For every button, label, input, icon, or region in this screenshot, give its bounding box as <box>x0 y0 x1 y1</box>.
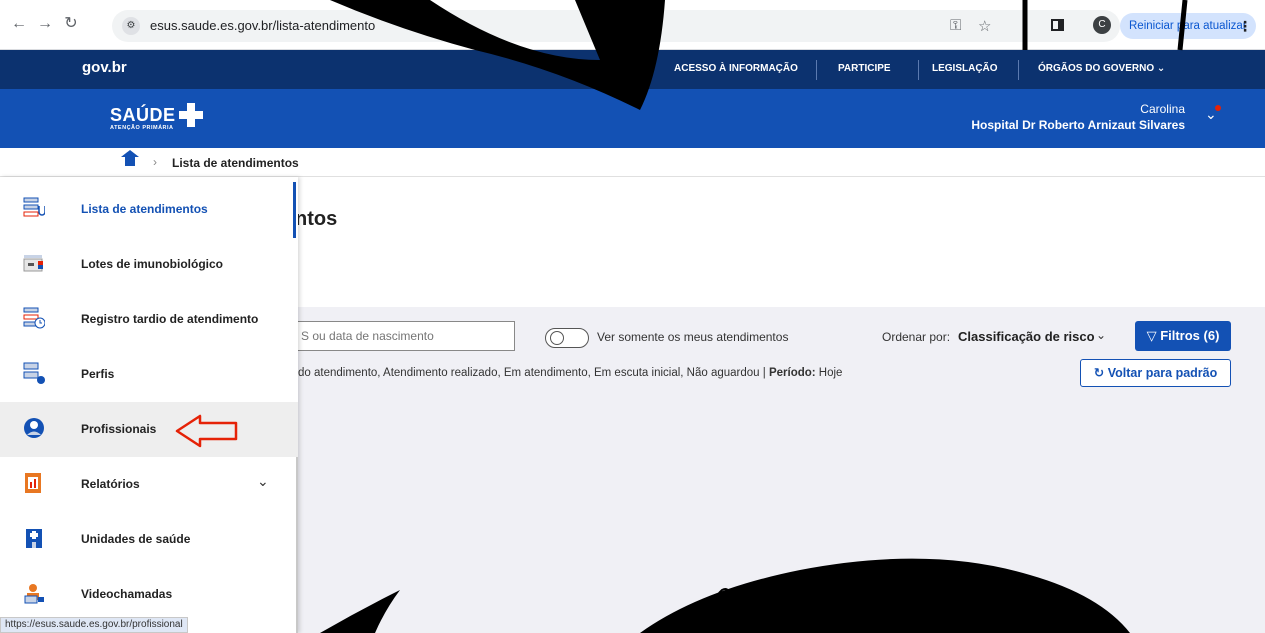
restart-update-label: Reiniciar para atualizar <box>1129 20 1247 32</box>
url-text: esus.saude.es.gov.br/lista-atendimento <box>150 18 376 33</box>
chevron-down-icon: ⌄ <box>1156 63 1166 74</box>
sidebar-item-lista-atendimentos[interactable]: Lista de atendimentos <box>0 182 298 237</box>
health-unit-icon <box>26 529 42 548</box>
filters-button[interactable]: ▽ Filtros (6) <box>1135 321 1231 351</box>
gov-separator <box>1018 60 1019 80</box>
vaccine-batch-icon <box>23 255 43 272</box>
back-icon[interactable]: ← <box>8 13 30 35</box>
reset-icon: ↻ <box>1093 366 1105 380</box>
user-unit[interactable]: Hospital Dr Roberto Arnizaut Silvares <box>971 118 1185 132</box>
only-mine-toggle[interactable] <box>545 328 589 348</box>
app-header: SAÚDE ATENÇÃO PRIMÁRIA Carolina Hospital… <box>0 89 1265 148</box>
bookmark-star-icon[interactable]: ☆ <box>978 17 991 35</box>
chevron-down-icon[interactable]: ⌄ <box>257 473 269 490</box>
profiles-icon <box>23 362 45 384</box>
gov-link-access[interactable]: ACESSO À INFORMAÇÃO <box>674 63 798 74</box>
gov-link-orgaos[interactable]: ÓRGÃOS DO GOVERNO ⌄ <box>1038 63 1165 74</box>
only-mine-label: Ver somente os meus atendimentos <box>597 330 789 344</box>
sidebar-item-relatorios[interactable]: Relatórios ⌄ <box>0 457 298 512</box>
reset-filters-button[interactable]: ↻ Voltar para padrão <box>1080 359 1231 387</box>
gov-separator <box>816 60 817 80</box>
notification-dot <box>1215 105 1221 111</box>
sidebar-item-lotes[interactable]: Lotes de imunobiológico <box>0 237 298 292</box>
search-input[interactable] <box>260 321 515 351</box>
sidebar-item-unidades[interactable]: Unidades de saúde <box>0 512 298 567</box>
site-info-icon[interactable]: ⚙ <box>122 17 140 35</box>
sidebar-item-videochamadas[interactable]: Videochamadas <box>0 567 298 622</box>
user-name[interactable]: Carolina <box>1140 102 1185 116</box>
reports-icon <box>25 473 41 493</box>
filter-summary: do atendimento, Atendimento realizado, E… <box>298 367 843 379</box>
saude-logo[interactable]: SAÚDE ATENÇÃO PRIMÁRIA <box>110 103 203 131</box>
home-icon[interactable] <box>121 150 139 168</box>
forward-icon[interactable]: → <box>34 13 56 35</box>
gov-bar: gov.br ACESSO À INFORMAÇÃO PARTICIPE LEG… <box>0 50 1265 89</box>
gov-separator <box>918 60 919 80</box>
gov-link-participe[interactable]: PARTICIPE <box>838 63 891 74</box>
reload-icon[interactable]: ↻ <box>60 13 82 35</box>
toggle-knob <box>550 331 564 345</box>
video-call-icon <box>24 584 44 604</box>
restart-update-button[interactable]: Reiniciar para atualizar ⋮ <box>1120 13 1256 39</box>
page-title: ntos <box>295 208 338 230</box>
esus-cross-icon <box>178 103 203 127</box>
profile-avatar[interactable]: C <box>1093 16 1111 34</box>
key-icon[interactable]: ⚿ <box>950 17 961 34</box>
sort-label: Ordenar por: <box>882 330 951 344</box>
status-bar-url: https://esus.saude.es.gov.br/profissiona… <box>0 617 188 633</box>
late-record-icon <box>23 307 45 329</box>
sidebar-menu: Lista de atendimentos Lotes de imunobiol… <box>0 177 298 633</box>
chevron-down-icon[interactable]: ⌄ <box>1096 328 1106 342</box>
sidebar-item-registro-tardio[interactable]: Registro tardio de atendimento <box>0 292 298 347</box>
gov-logo[interactable]: gov.br <box>82 59 127 76</box>
sidebar-item-perfis[interactable]: Perfis <box>0 347 298 402</box>
gov-link-legislation[interactable]: LEGISLAÇÃO <box>932 63 998 74</box>
browser-toolbar: ← → ↻ ⚙ esus.saude.es.gov.br/lista-atend… <box>0 0 1265 50</box>
filter-icon: ▽ <box>1146 328 1157 343</box>
address-bar[interactable]: ⚙ esus.saude.es.gov.br/lista-atendimento… <box>112 10 1120 42</box>
more-menu-icon[interactable]: ⋮ <box>1238 13 1252 39</box>
list-attendance-icon <box>23 197 45 217</box>
sort-select[interactable]: Classificação de risco <box>958 329 1095 344</box>
breadcrumb-current: Lista de atendimentos <box>172 156 299 170</box>
sidebar-item-profissionais[interactable]: Profissionais <box>0 402 298 457</box>
breadcrumb-separator: › <box>153 155 157 169</box>
side-panel-icon[interactable] <box>1051 19 1064 31</box>
breadcrumb: › Lista de atendimentos <box>0 148 1265 177</box>
professionals-icon <box>24 418 44 438</box>
